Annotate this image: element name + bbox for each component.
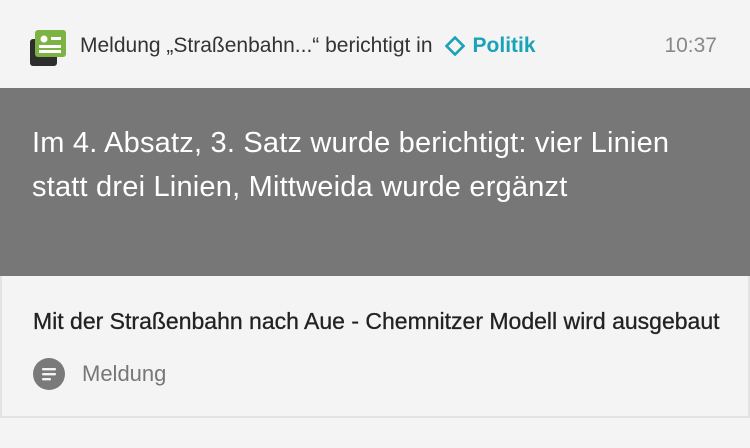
category-link[interactable]: Politik bbox=[444, 34, 536, 58]
newspaper-icon bbox=[30, 30, 66, 66]
correction-text: Im 4. Absatz, 3. Satz wurde berichtigt: … bbox=[32, 127, 670, 203]
category-label: Politik bbox=[472, 34, 536, 57]
notification-message: Meldung „Straßenbahn...“ berichtigt in bbox=[80, 34, 433, 57]
article-meta: Meldung bbox=[33, 358, 166, 390]
notification-header[interactable]: Meldung „Straßenbahn...“ berichtigt in P… bbox=[0, 0, 750, 88]
diamond-icon bbox=[444, 36, 465, 56]
article-title[interactable]: Mit der Straßenbahn nach Aue - Chemnitze… bbox=[33, 308, 723, 335]
notification-time: 10:37 bbox=[664, 34, 717, 57]
notification-text: Meldung „Straßenbahn...“ berichtigt in P… bbox=[80, 34, 536, 58]
correction-block: Im 4. Absatz, 3. Satz wurde berichtigt: … bbox=[0, 88, 750, 276]
article-lines-icon bbox=[33, 358, 65, 390]
article-type-label: Meldung bbox=[82, 361, 167, 386]
article-card[interactable]: Mit der Straßenbahn nach Aue - Chemnitze… bbox=[0, 276, 750, 418]
